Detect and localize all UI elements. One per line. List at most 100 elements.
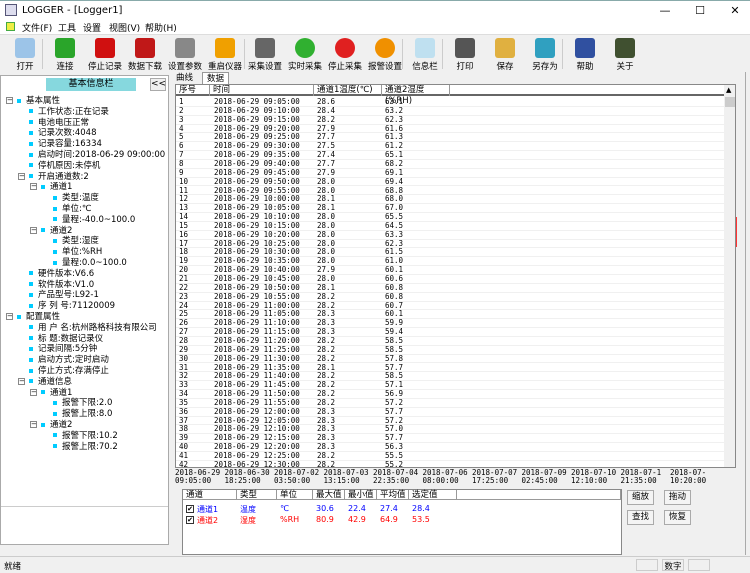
- col-index[interactable]: 序号: [176, 85, 210, 96]
- collapse-button[interactable]: <<: [150, 78, 166, 91]
- tree-node[interactable]: − 开启通道数:2: [18, 172, 89, 182]
- tree-node-label: 类型:温度: [62, 193, 99, 204]
- tree-node[interactable]: 停止方式:存满停止: [29, 366, 109, 376]
- tree-node[interactable]: 报警下限:10.2: [53, 431, 118, 441]
- tree-node[interactable]: 报警下限:2.0: [53, 398, 112, 408]
- menu-view[interactable]: 视图(V): [109, 21, 140, 34]
- tree-node[interactable]: 启动方式:定时启动: [29, 355, 109, 365]
- expand-toggle-icon[interactable]: −: [30, 421, 37, 428]
- toolbar-button-power[interactable]: 重启仪器: [205, 37, 245, 72]
- tree-node[interactable]: 单位:%RH: [53, 247, 102, 257]
- tree-node[interactable]: 报警上限:8.0: [53, 409, 112, 419]
- expand-toggle-icon[interactable]: −: [6, 97, 13, 104]
- tree-node[interactable]: 类型:温度: [53, 193, 99, 203]
- menu-tools[interactable]: 工具: [58, 21, 76, 34]
- tree-node[interactable]: 标 题:数据记录仪: [29, 334, 103, 344]
- tree-node[interactable]: 产品型号:L92-1: [29, 290, 99, 300]
- cell: 28.0: [317, 229, 336, 239]
- tree-node[interactable]: − 通道2: [30, 420, 72, 430]
- cell: 36: [179, 406, 189, 416]
- expand-toggle-icon[interactable]: −: [30, 388, 37, 396]
- toolbar-button-download[interactable]: 数据下载: [125, 37, 165, 72]
- channel-col-header[interactable]: 最小值: [345, 490, 377, 500]
- tree-node[interactable]: − 通道1: [30, 388, 72, 398]
- toolbar-button-tools[interactable]: 设置参数: [165, 37, 205, 72]
- restore-button[interactable]: 恢复: [664, 510, 691, 525]
- toolbar-button-save[interactable]: 保存: [485, 37, 525, 72]
- tree-node-label: 软件版本:V1.0: [38, 279, 95, 290]
- toolbar-button-info-panel[interactable]: 信息栏: [405, 37, 445, 72]
- tree-node[interactable]: − 通道2: [30, 226, 72, 236]
- cell: 14: [179, 212, 189, 222]
- toolbar-button-about[interactable]: 关于: [605, 37, 645, 72]
- toolbar-button-help[interactable]: 帮助: [565, 37, 605, 72]
- tree-node[interactable]: 记录容量:16334: [29, 139, 102, 149]
- tree-node[interactable]: 用 户 名:杭州路格科技有限公司: [29, 323, 157, 333]
- menu-file[interactable]: 文件(F): [22, 21, 52, 34]
- toolbar-button-gear[interactable]: 采集设置: [245, 37, 285, 72]
- tree-node[interactable]: − 配置属性: [6, 312, 60, 322]
- tree-node[interactable]: 类型:湿度: [53, 236, 99, 246]
- minimize-button[interactable]: —: [650, 3, 680, 19]
- tree-node[interactable]: − 通道信息: [18, 377, 72, 387]
- maximize-button[interactable]: ☐: [685, 3, 715, 19]
- toolbar-button-folder[interactable]: 打开: [5, 37, 45, 72]
- tree-node[interactable]: 记录间隔:5分钟: [29, 344, 97, 354]
- zoom-button[interactable]: 缩放: [627, 490, 654, 505]
- tree-node[interactable]: 量程:-40.0~100.0: [53, 215, 135, 225]
- vertical-scrollbar[interactable]: ▲: [724, 85, 735, 467]
- toolbar-button-minus[interactable]: 停止采集: [325, 37, 365, 72]
- scroll-thumb[interactable]: [725, 97, 735, 107]
- expand-toggle-icon[interactable]: −: [30, 183, 37, 191]
- scroll-up-icon[interactable]: ▲: [726, 86, 731, 94]
- expand-toggle-icon[interactable]: −: [6, 313, 13, 320]
- tree-node[interactable]: 单位:℃: [53, 204, 91, 214]
- tree-node[interactable]: 软件版本:V1.0: [29, 280, 94, 290]
- channel-col-header: [457, 490, 621, 500]
- cell: 2018-06-29 09:15:00: [214, 114, 300, 124]
- expand-toggle-icon[interactable]: −: [18, 172, 25, 180]
- tab-curve[interactable]: 曲线: [172, 72, 197, 84]
- channel-col-header[interactable]: 最大值: [313, 490, 345, 500]
- col-ch1[interactable]: 通道1温度(℃): [314, 85, 382, 96]
- tree-node[interactable]: 硬件版本:V6.6: [29, 269, 94, 279]
- channel-col-header[interactable]: 平均值: [377, 490, 409, 500]
- tree-node[interactable]: − 基本属性: [6, 96, 60, 106]
- tree-node[interactable]: 量程:0.0~100.0: [53, 258, 127, 268]
- tree-node[interactable]: 启动时间:2018-06-29 09:00:00: [29, 150, 165, 160]
- channel-col-header[interactable]: 通道: [183, 490, 237, 500]
- cell: 24: [179, 300, 189, 310]
- toolbar-button-save-as[interactable]: 另存为: [525, 37, 565, 72]
- toolbar-button-plus[interactable]: 实时采集: [285, 37, 325, 72]
- channel-col-header[interactable]: 选定值: [409, 490, 457, 500]
- tree-node[interactable]: 报警上限:70.2: [53, 442, 118, 452]
- tree-node[interactable]: 停机原因:未停机: [29, 161, 100, 171]
- find-button[interactable]: 查找: [627, 510, 654, 525]
- channel-col-header[interactable]: 单位: [277, 490, 313, 500]
- channel-col-header[interactable]: 类型: [237, 490, 277, 500]
- cell: 39: [179, 433, 189, 443]
- channel-checkbox[interactable]: ✔: [186, 505, 194, 513]
- tree-node[interactable]: − 通道1: [30, 182, 72, 192]
- expand-toggle-icon[interactable]: −: [30, 226, 37, 234]
- channel-checkbox[interactable]: ✔: [186, 516, 194, 524]
- toolbar-button-refresh[interactable]: 连接: [45, 37, 85, 72]
- close-button[interactable]: ✕: [720, 3, 750, 19]
- cell: 59.4: [385, 327, 404, 337]
- drag-button[interactable]: 拖动: [664, 490, 691, 505]
- expand-toggle-icon[interactable]: −: [18, 377, 25, 385]
- tree-node[interactable]: 工作状态:正在记录: [29, 107, 109, 117]
- tab-data[interactable]: 数据: [202, 72, 230, 84]
- menu-help[interactable]: 帮助(H): [145, 21, 177, 34]
- tree-node[interactable]: 记录次数:4048: [29, 128, 97, 138]
- tree-node[interactable]: 电池电压正常: [29, 118, 89, 128]
- col-ch2[interactable]: 通道2湿度(%RH): [382, 85, 450, 106]
- tree-node[interactable]: 序 列 号:71120009: [29, 301, 115, 311]
- toolbar-button-print[interactable]: 打印: [445, 37, 485, 72]
- title-bar: LOGGER - [Logger1] — ☐ ✕: [0, 0, 750, 20]
- toolbar-button-alert[interactable]: 报警设置: [365, 37, 405, 72]
- toolbar-button-stop-record[interactable]: 停止记录: [85, 37, 125, 72]
- menu-settings[interactable]: 设置: [83, 21, 101, 34]
- table-row[interactable]: 42 2018-06-29 12:30:00 28.2 55.2: [176, 460, 724, 467]
- col-time[interactable]: 时间: [210, 85, 314, 96]
